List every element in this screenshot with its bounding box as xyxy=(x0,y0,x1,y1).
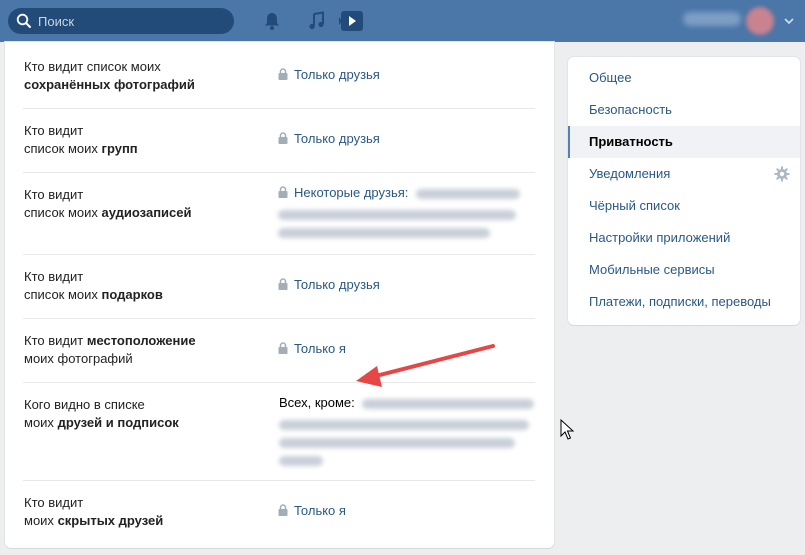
blurred-names xyxy=(278,228,490,238)
nav-label: Платежи, подписки, переводы xyxy=(589,294,771,309)
privacy-value-link[interactable]: Некоторые друзья: xyxy=(278,184,538,238)
music-icon[interactable] xyxy=(307,11,327,31)
row-label: Кого видно в списке моих друзей и подпис… xyxy=(24,397,179,430)
lock-icon xyxy=(278,132,288,144)
privacy-value-link[interactable]: Только я xyxy=(278,340,538,358)
search-placeholder: Поиск xyxy=(38,13,75,29)
bell-icon[interactable] xyxy=(262,11,282,31)
search-input[interactable]: Поиск xyxy=(8,8,234,34)
profile-name[interactable] xyxy=(683,12,741,26)
privacy-settings-panel: Кто видит список моих сохранённых фотогр… xyxy=(5,42,554,548)
nav-label: Мобильные сервисы xyxy=(589,262,715,277)
nav-label: Приватность xyxy=(589,134,673,149)
privacy-row-saved-photos: Кто видит список моих сохранённых фотогр… xyxy=(23,42,535,108)
privacy-row-hidden-friends: Кто видит моих скрытых друзей Только я xyxy=(23,480,535,548)
privacy-row-photo-location: Кто видит местоположение моих фотографий… xyxy=(23,318,535,382)
nav-item-blacklist[interactable]: Чёрный список xyxy=(568,190,800,222)
lock-icon xyxy=(278,278,288,290)
privacy-value-link[interactable]: Только друзья xyxy=(278,130,538,148)
nav-item-privacy[interactable]: Приватность xyxy=(568,126,800,158)
chevron-down-icon[interactable] xyxy=(784,18,794,24)
lock-icon xyxy=(278,68,288,80)
lock-icon xyxy=(278,504,288,516)
blurred-names xyxy=(279,420,529,430)
nav-item-general[interactable]: Общее xyxy=(568,62,800,94)
nav-item-notifications[interactable]: Уведомления xyxy=(568,158,800,190)
blurred-names xyxy=(279,438,515,448)
blurred-names xyxy=(279,456,323,466)
play-icon[interactable] xyxy=(339,11,363,31)
lock-icon xyxy=(278,342,288,354)
blurred-names xyxy=(416,188,521,199)
nav-label: Безопасность xyxy=(589,102,672,117)
row-label: Кто видит список моих сохранённых фотогр… xyxy=(24,59,195,92)
privacy-row-friends-list: Кого видно в списке моих друзей и подпис… xyxy=(23,382,535,480)
privacy-value-link[interactable]: Только друзья xyxy=(278,276,538,294)
nav-label: Настройки приложений xyxy=(589,230,731,245)
avatar[interactable] xyxy=(746,7,774,35)
privacy-value-link[interactable]: Только я xyxy=(278,502,538,520)
settings-nav-menu: Общее Безопасность Приватность Уведомлен… xyxy=(568,57,800,325)
nav-label: Уведомления xyxy=(589,166,671,181)
privacy-value-link[interactable]: Только друзья xyxy=(278,66,538,84)
row-label: Кто видит список моих подарков xyxy=(24,269,163,302)
blurred-names xyxy=(278,210,516,220)
row-label: Кто видит моих скрытых друзей xyxy=(24,495,164,528)
top-header: Поиск xyxy=(0,0,805,42)
privacy-row-groups: Кто видит список моих групп Только друзь… xyxy=(23,108,535,172)
search-icon xyxy=(16,13,31,28)
row-label: Кто видит местоположение моих фотографий xyxy=(24,333,196,366)
lock-icon xyxy=(278,186,288,198)
nav-item-payments[interactable]: Платежи, подписки, переводы xyxy=(568,286,800,318)
nav-label: Чёрный список xyxy=(589,198,680,213)
nav-item-security[interactable]: Безопасность xyxy=(568,94,800,126)
nav-item-app-settings[interactable]: Настройки приложений xyxy=(568,222,800,254)
privacy-row-audio: Кто видит список моих аудиозаписей Некот… xyxy=(23,172,535,254)
privacy-row-gifts: Кто видит список моих подарков Только др… xyxy=(23,254,535,318)
gear-icon[interactable] xyxy=(774,166,790,182)
privacy-value-link[interactable]: Всех, кроме: xyxy=(279,394,539,466)
row-label: Кто видит список моих аудиозаписей xyxy=(24,187,192,220)
mouse-cursor-icon xyxy=(560,419,574,440)
blurred-names xyxy=(362,398,535,409)
nav-item-mobile-services[interactable]: Мобильные сервисы xyxy=(568,254,800,286)
nav-label: Общее xyxy=(589,70,632,85)
row-label: Кто видит список моих групп xyxy=(24,123,138,156)
